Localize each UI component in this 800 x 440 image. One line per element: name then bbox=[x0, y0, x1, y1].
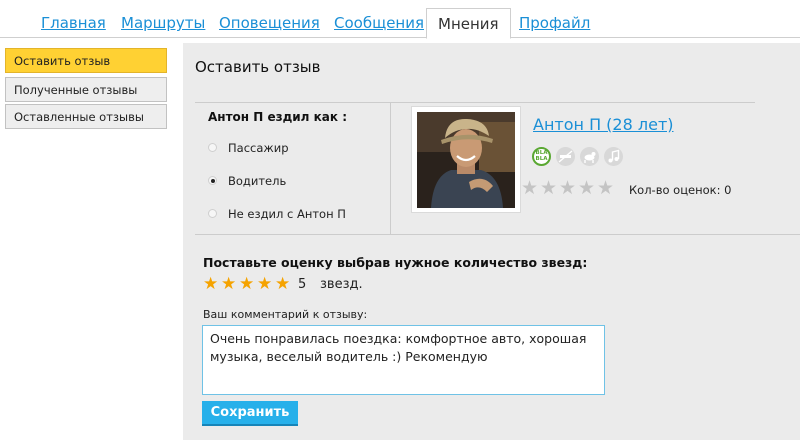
tab-messages[interactable]: Сообщения bbox=[334, 14, 424, 32]
star-icon[interactable]: ★ bbox=[239, 275, 254, 293]
star-icon[interactable]: ★ bbox=[221, 275, 236, 293]
rating-stars-input[interactable]: ★ ★ ★ ★ ★ bbox=[203, 275, 295, 293]
radio-button[interactable] bbox=[208, 143, 217, 152]
star-icon: ★ bbox=[540, 177, 558, 199]
sidebar-item-leave-review[interactable]: Оставить отзыв bbox=[5, 48, 167, 73]
bla-bla-chat-icon: BLA BLA bbox=[532, 147, 551, 166]
top-navigation: Главная Маршруты Оповещения Сообщения Мн… bbox=[0, 0, 800, 39]
star-icon: ★ bbox=[521, 177, 539, 199]
save-button[interactable]: Сохранить bbox=[202, 401, 298, 426]
no-pets-icon bbox=[580, 147, 599, 166]
star-icon[interactable]: ★ bbox=[275, 275, 290, 293]
star-icon[interactable]: ★ bbox=[203, 275, 218, 293]
tab-routes[interactable]: Маршруты bbox=[121, 14, 205, 32]
sidebar-item-received-reviews[interactable]: Полученные отзывы bbox=[5, 77, 167, 102]
comment-textarea[interactable]: Очень понравилась поездка: комфортное ав… bbox=[202, 325, 605, 395]
radio-label: Не ездил с Антон П bbox=[228, 207, 346, 221]
user-photo[interactable] bbox=[411, 106, 521, 213]
tab-opinions[interactable]: Мнения bbox=[426, 8, 511, 39]
radio-label: Водитель bbox=[228, 174, 287, 188]
tab-alerts[interactable]: Оповещения bbox=[219, 14, 320, 32]
divider bbox=[390, 102, 391, 234]
avatar bbox=[417, 112, 515, 208]
divider bbox=[195, 102, 755, 103]
music-icon bbox=[604, 147, 623, 166]
tab-home[interactable]: Главная bbox=[41, 14, 106, 32]
rating-value: 5 bbox=[298, 277, 307, 292]
star-icon: ★ bbox=[597, 177, 615, 199]
sidebar-item-given-reviews[interactable]: Оставленные отзывы bbox=[5, 104, 167, 129]
rating-prompt: Поставьте оценку выбрав нужное количеств… bbox=[203, 255, 588, 270]
star-icon: ★ bbox=[578, 177, 596, 199]
review-panel: Оставить отзыв Антон П ездил как : Пасса… bbox=[183, 43, 800, 440]
user-profile-link[interactable]: Антон П (28 лет) bbox=[533, 115, 674, 134]
divider bbox=[195, 234, 800, 235]
star-icon[interactable]: ★ bbox=[257, 275, 272, 293]
page-title: Оставить отзыв bbox=[195, 58, 321, 76]
comment-label: Ваш комментарий к отзыву: bbox=[203, 308, 368, 321]
star-icon: ★ bbox=[559, 177, 577, 199]
radio-button[interactable] bbox=[208, 209, 217, 218]
role-question: Антон П ездил как : bbox=[208, 110, 348, 124]
no-smoking-icon bbox=[556, 147, 575, 166]
tab-profile[interactable]: Профайл bbox=[519, 14, 590, 32]
rating-unit: звезд. bbox=[320, 277, 363, 292]
radio-button[interactable] bbox=[208, 176, 217, 185]
radio-label: Пассажир bbox=[228, 141, 289, 155]
rating-count: Кол-во оценок: 0 bbox=[629, 183, 732, 197]
